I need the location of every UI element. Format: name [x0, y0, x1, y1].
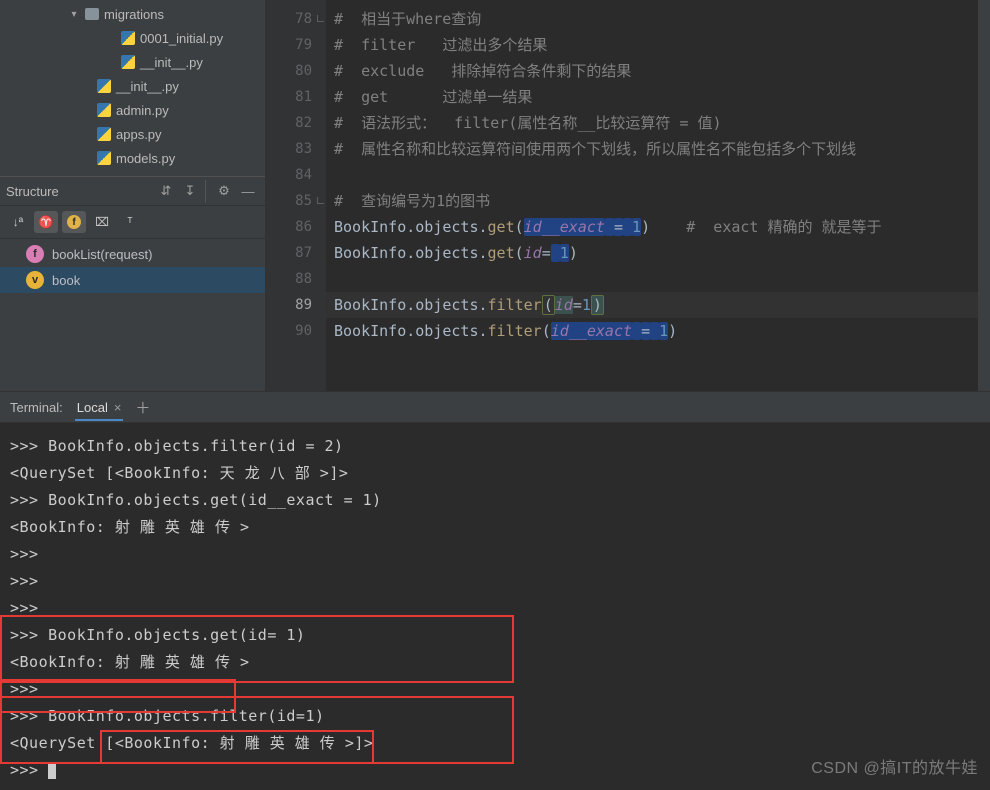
structure-item-label: bookList(request): [52, 247, 152, 262]
editor-gutter: 78798081828384858687888990: [266, 0, 326, 391]
tree-item-label: apps.py: [116, 127, 162, 142]
console-line: >>>: [10, 568, 984, 595]
python-icon: [96, 150, 112, 166]
line-number: 90: [266, 318, 326, 344]
project-tree[interactable]: ▾ migrations 0001_initial.py __init__.py __i…: [0, 0, 265, 176]
code-line: # get 过滤单一结果: [334, 88, 532, 106]
filter-fields-icon[interactable]: f: [67, 215, 81, 229]
tree-item-label: migrations: [104, 7, 164, 22]
top-pane: ▾ migrations 0001_initial.py __init__.py __i…: [0, 0, 990, 391]
terminal-tab-local[interactable]: Local ×: [75, 400, 124, 421]
tree-item-label: 0001_initial.py: [140, 31, 223, 46]
line-number: 79: [266, 32, 326, 58]
structure-item[interactable]: vbook: [0, 267, 265, 293]
terminal-title: Terminal:: [10, 400, 63, 415]
console-line: <QuerySet [<BookInfo: 射 雕 英 雄 传 >]>: [10, 730, 984, 757]
line-number: 81: [266, 84, 326, 110]
structure-toolbar: ↓ª ♈ f ⌧ ᵀ: [0, 206, 265, 239]
watermark: CSDN @搞IT的放牛娃: [811, 755, 978, 782]
python-icon: [96, 126, 112, 142]
console-line: <BookInfo: 射 雕 英 雄 传 >: [10, 514, 984, 541]
structure-badge-icon: v: [26, 271, 44, 289]
console-line: >>> BookInfo.objects.filter(id = 2): [10, 433, 984, 460]
close-icon[interactable]: ×: [114, 400, 122, 415]
terminal-tab-bar: Terminal: Local × ＋: [0, 391, 990, 423]
line-number: 84: [266, 162, 326, 188]
console-line: <QuerySet [<BookInfo: 天 龙 八 部 >]>: [10, 460, 984, 487]
tree-item[interactable]: __init__.py: [0, 50, 265, 74]
terminal-console[interactable]: >>> BookInfo.objects.filter(id = 2)<Quer…: [0, 423, 990, 790]
console-line: >>>: [10, 541, 984, 568]
sidebar: ▾ migrations 0001_initial.py __init__.py __i…: [0, 0, 266, 391]
code-line-current: BookInfo.objects.filter(id=1): [326, 292, 990, 318]
tree-item-label: __init__.py: [140, 55, 203, 70]
line-number: 87: [266, 240, 326, 266]
tree-item-label: __init__.py: [116, 79, 179, 94]
structure-list[interactable]: f bookList(request) vbook: [0, 239, 265, 391]
code-line: # filter 过滤出多个结果: [334, 36, 547, 54]
line-number: 88: [266, 266, 326, 292]
collapse-icon[interactable]: ⇵: [155, 180, 177, 202]
structure-title: Structure: [6, 184, 153, 199]
console-cursor: [48, 762, 56, 779]
python-icon: [120, 54, 136, 70]
code-editor[interactable]: # 相当于where查询 # filter 过滤出多个结果 # exclude …: [326, 0, 990, 391]
sort-icon[interactable]: ↓ª: [6, 211, 30, 233]
tree-arrow-icon[interactable]: ▾: [68, 9, 80, 20]
tree-item-label: models.py: [116, 151, 175, 166]
console-line: >>> BookInfo.objects.filter(id=1): [10, 703, 984, 730]
tree-item[interactable]: ▾ migrations: [0, 2, 265, 26]
code-line: # 查询编号为1的图书: [334, 192, 490, 210]
line-number: 86: [266, 214, 326, 240]
structure-badge-icon: f: [26, 245, 44, 263]
code-line: [326, 162, 990, 188]
console-line: >>>: [10, 676, 984, 703]
editor-scrollbar[interactable]: [978, 0, 990, 391]
text-icon[interactable]: ᵀ: [118, 211, 142, 233]
code-line: BookInfo.objects.get(id__exact = 1) # ex…: [326, 214, 990, 240]
tree-item[interactable]: __init__.py: [0, 74, 265, 98]
code-line: BookInfo.objects.filter(id__exact = 1): [326, 318, 990, 344]
structure-header: Structure ⇵ ↧ ⚙ —: [0, 176, 265, 206]
line-number: 89: [266, 292, 326, 318]
structure-item[interactable]: f bookList(request): [0, 241, 265, 267]
code-line: [326, 266, 990, 292]
code-line: BookInfo.objects.get(id= 1): [326, 240, 990, 266]
expand-icon[interactable]: ↧: [179, 180, 201, 202]
structure-item-label: book: [52, 273, 80, 288]
tree-item-label: admin.py: [116, 103, 169, 118]
folder-icon: [84, 6, 100, 22]
console-line: <BookInfo: 射 雕 英 雄 传 >: [10, 649, 984, 676]
tree-icon[interactable]: ⌧: [90, 211, 114, 233]
python-icon: [96, 78, 112, 94]
terminal-tab-label: Local: [77, 400, 108, 415]
line-number: 83: [266, 136, 326, 162]
filter-methods-icon[interactable]: ♈: [34, 211, 58, 233]
console-line: >>> BookInfo.objects.get(id__exact = 1): [10, 487, 984, 514]
tree-item[interactable]: models.py: [0, 146, 265, 170]
code-line: # 语法形式： filter(属性名称__比较运算符 = 值): [334, 114, 722, 132]
line-number: 80: [266, 58, 326, 84]
python-icon: [120, 30, 136, 46]
code-line: # exclude 排除掉符合条件剩下的结果: [334, 62, 631, 80]
line-number: 85: [266, 188, 326, 214]
tree-item[interactable]: 0001_initial.py: [0, 26, 265, 50]
line-number: 82: [266, 110, 326, 136]
new-terminal-icon[interactable]: ＋: [135, 397, 150, 418]
code-line: # 属性名称和比较运算符间使用两个下划线，所以属性名不能包括多个下划线: [334, 140, 856, 158]
python-icon: [96, 102, 112, 118]
gear-icon[interactable]: ⚙: [213, 180, 235, 202]
console-line: >>>: [10, 595, 984, 622]
code-line: # 相当于where查询: [334, 10, 481, 28]
tree-item[interactable]: admin.py: [0, 98, 265, 122]
hide-icon[interactable]: —: [237, 180, 259, 202]
line-number: 78: [266, 6, 326, 32]
tree-item[interactable]: apps.py: [0, 122, 265, 146]
console-line: >>> BookInfo.objects.get(id= 1): [10, 622, 984, 649]
